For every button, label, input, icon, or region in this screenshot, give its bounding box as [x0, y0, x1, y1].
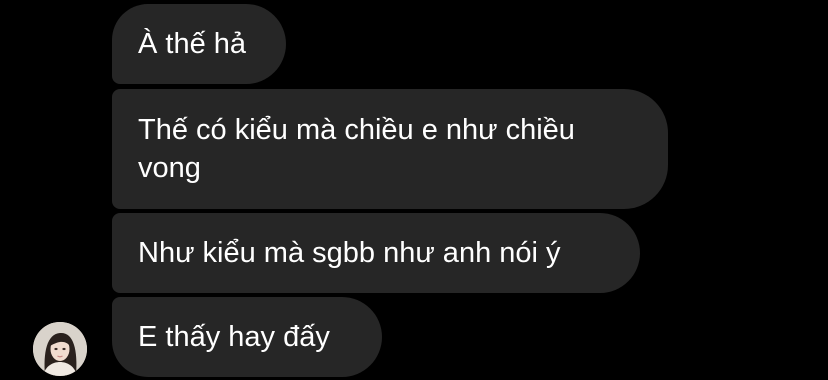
- user-avatar-icon: [33, 322, 87, 376]
- message-bubble[interactable]: E thấy hay đấy: [112, 297, 382, 377]
- message-bubble[interactable]: Thế có kiểu mà chiều e như chiều vong: [112, 89, 668, 209]
- chat-thread: À thế hả Thế có kiểu mà chiều e như chiề…: [0, 0, 828, 380]
- message-bubble[interactable]: À thế hả: [112, 4, 286, 84]
- message-text: Như kiểu mà sgbb như anh nói ý: [138, 237, 561, 269]
- message-text: E thấy hay đấy: [138, 321, 330, 353]
- message-bubble[interactable]: Như kiểu mà sgbb như anh nói ý: [112, 213, 640, 293]
- message-text: À thế hả: [138, 28, 247, 60]
- avatar[interactable]: [33, 322, 87, 376]
- message-text: Thế có kiểu mà chiều e như chiều vong: [138, 114, 575, 184]
